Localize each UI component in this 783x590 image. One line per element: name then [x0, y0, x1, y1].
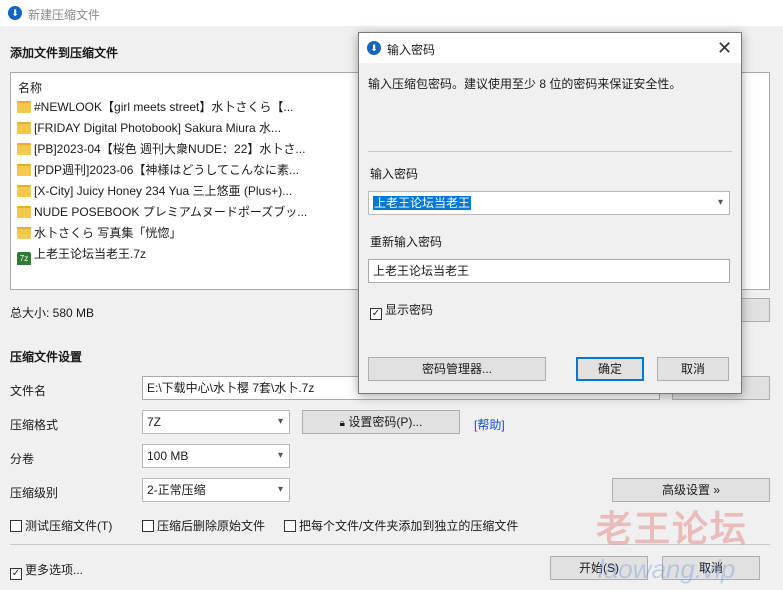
set-password-button[interactable]: 🔒︎ 设置密码(P)...: [302, 410, 460, 434]
folder-icon: [17, 227, 31, 239]
main-titlebar: ⬇ 新建压缩文件: [0, 0, 783, 26]
dialog-hint: 输入压缩包密码。建议使用至少 8 位的密码来保证安全性。: [368, 77, 682, 91]
chevron-down-icon: ▾: [277, 484, 283, 495]
format-label: 压缩格式: [10, 418, 59, 432]
window-title: 新建压缩文件: [28, 8, 101, 22]
show-password-checkbox[interactable]: ✓: [370, 308, 382, 320]
more-options[interactable]: ✓ 更多选项...: [10, 561, 83, 580]
dialog-divider: [368, 151, 732, 152]
help-link[interactable]: [帮助]: [474, 416, 505, 433]
folder-icon: [17, 143, 31, 155]
more-options-checkbox[interactable]: ✓: [10, 568, 22, 580]
folder-icon: [17, 164, 31, 176]
column-header-name[interactable]: 名称: [18, 79, 42, 96]
chevron-down-icon[interactable]: ▾: [718, 192, 723, 214]
watermark-text: 老王论坛: [596, 508, 749, 549]
list-item[interactable]: 7z 上老王论坛当老王.7z: [17, 245, 317, 265]
list-item[interactable]: NUDE POSEBOOK プレミアムヌードポーズブッ...: [17, 203, 317, 223]
advanced-settings-button[interactable]: 高级设置 »: [612, 478, 770, 502]
split-label: 分卷: [10, 452, 35, 466]
folder-icon: [17, 185, 31, 197]
password-manager-button[interactable]: 密码管理器...: [368, 357, 546, 381]
filename-label: 文件名: [10, 384, 47, 398]
list-item[interactable]: 水卜さくら 写真集「恍惚」: [17, 224, 317, 244]
folder-icon: [17, 101, 31, 113]
ok-button[interactable]: 确定: [576, 357, 644, 381]
folder-icon: [17, 206, 31, 218]
confirm-password-input[interactable]: 上老王论坛当老王: [368, 259, 730, 283]
password-input[interactable]: 上老王论坛当老王 ▾: [368, 191, 730, 215]
remove-button-partial[interactable]: [740, 298, 770, 322]
list-item[interactable]: [FRIDAY Digital Photobook] Sakura Miura …: [17, 119, 317, 139]
chevron-down-icon: ▾: [277, 450, 283, 461]
watermark-url: laowang.vip: [598, 554, 736, 584]
app-logo-icon: ⬇: [367, 41, 381, 55]
show-password-option[interactable]: ✓ 显示密码: [370, 301, 433, 320]
chevron-down-icon: ▾: [277, 416, 283, 427]
dialog-title: 输入密码: [387, 43, 436, 57]
level-label: 压缩级别: [10, 486, 59, 500]
list-item[interactable]: [PDP週刊]2023-06【神様はどうしてこんなに素...: [17, 161, 317, 181]
delete-after-checkbox[interactable]: [142, 520, 154, 532]
dialog-titlebar: ⬇ 输入密码 ✕: [359, 33, 741, 63]
delete-after-option[interactable]: 压缩后删除原始文件: [142, 517, 265, 534]
settings-section-title: 压缩文件设置: [10, 350, 83, 364]
test-archive-checkbox[interactable]: [10, 520, 22, 532]
total-size: 总大小: 580 MB: [10, 306, 95, 320]
separate-archives-checkbox[interactable]: [284, 520, 296, 532]
lock-icon: 🔒︎: [339, 418, 345, 429]
list-item[interactable]: [PB]2023-04【桜色 週刊大衆NUDE：22】水卜さ...: [17, 140, 317, 160]
password-label: 输入密码: [370, 167, 419, 181]
list-item[interactable]: [X-City] Juicy Honey 234 Yua 三上悠亜 (Plus+…: [17, 182, 317, 202]
level-select[interactable]: 2-正常压缩 ▾: [142, 478, 290, 502]
files-section-title: 添加文件到压缩文件: [10, 46, 119, 60]
app-logo-icon: ⬇: [8, 6, 22, 20]
close-icon[interactable]: ✕: [717, 38, 732, 59]
split-select[interactable]: 100 MB ▾: [142, 444, 290, 468]
dialog-cancel-button[interactable]: 取消: [657, 357, 729, 381]
archive-7z-icon: 7z: [17, 252, 31, 265]
test-archive-option[interactable]: 测试压缩文件(T): [10, 517, 112, 534]
password-dialog: ⬇ 输入密码 ✕ 输入压缩包密码。建议使用至少 8 位的密码来保证安全性。 输入…: [358, 32, 742, 394]
separate-archives-option[interactable]: 把每个文件/文件夹添加到独立的压缩文件: [284, 517, 518, 534]
confirm-password-label: 重新输入密码: [370, 235, 443, 249]
format-select[interactable]: 7Z ▾: [142, 410, 290, 434]
folder-icon: [17, 122, 31, 134]
list-item[interactable]: #NEWLOOK【girl meets street】水卜さくら【...: [17, 98, 317, 118]
